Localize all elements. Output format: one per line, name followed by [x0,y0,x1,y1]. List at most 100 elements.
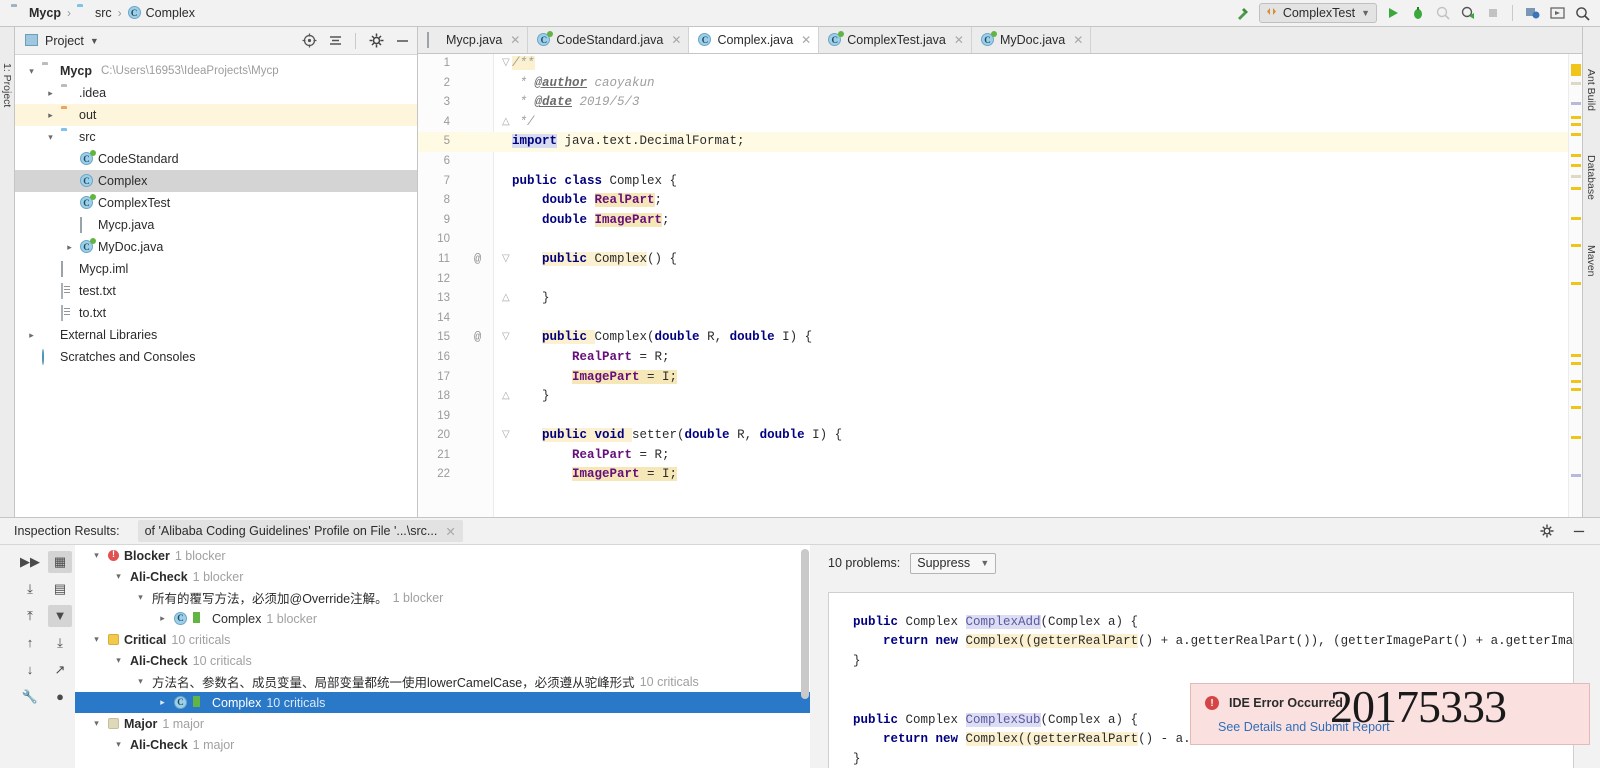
error-stripe-marker[interactable] [1571,282,1581,285]
error-stripe-marker[interactable] [1571,474,1581,477]
fold-collapse-icon[interactable]: ▽ [502,328,510,348]
code-line[interactable]: 14 [418,309,1582,329]
group-by-module-icon[interactable]: ▤ [48,578,72,600]
code-line[interactable]: 3 * @date 2019/5/3 [418,93,1582,113]
close-icon[interactable]: ✕ [510,33,520,47]
code-line[interactable]: 13 △ } [418,289,1582,309]
fold-expand-icon[interactable]: △ [502,387,510,407]
error-stripe-marker[interactable] [1571,217,1581,220]
tree-expand-arrow-icon[interactable]: ▾ [44,132,57,143]
editor-body[interactable]: 1 ▽/** 2 * @author caoyakun 3 * @date 2019/… [418,54,1582,517]
inspection-tree-node[interactable]: ▸ C Complex 1 blocker [75,608,810,629]
tree-expand-arrow-icon[interactable]: ▸ [44,110,57,121]
tree-expand-arrow-icon[interactable]: ▾ [90,718,103,729]
editor-tab[interactable]: C Complex.java ✕ [689,27,820,53]
error-stripe-marker[interactable] [1571,187,1581,190]
inspection-tree-node[interactable]: ▸ C Complex 10 criticals [75,692,810,713]
code-line[interactable]: 4 △ */ [418,113,1582,133]
sidebar-item-database[interactable]: Database [1585,155,1597,200]
debug-icon[interactable] [1409,4,1427,22]
update-project-icon[interactable] [1523,4,1541,22]
search-everywhere-icon[interactable] [1573,4,1591,22]
fold-expand-icon[interactable]: △ [502,289,510,309]
error-stripe-marker-bar[interactable] [1568,54,1582,517]
override-gutter-icon[interactable]: @ [474,250,481,270]
fold-collapse-icon[interactable]: ▽ [502,54,510,74]
project-tree-node[interactable]: ▸ Mycp.java [15,214,417,236]
code-line[interactable]: 18 △ } [418,387,1582,407]
close-icon[interactable]: ✕ [801,33,811,47]
project-tree-node[interactable]: ▸ Mycp.iml [15,258,417,280]
export-icon[interactable]: ▦ [48,550,72,573]
error-stripe-marker[interactable] [1571,244,1581,247]
tree-expand-arrow-icon[interactable]: ▾ [112,571,125,582]
tree-expand-arrow-icon[interactable]: ▸ [25,330,38,341]
tree-expand-arrow-icon[interactable]: ▸ [156,697,169,708]
settings-wrench-icon[interactable]: 🔧 [18,686,42,708]
project-tree-node[interactable]: ▸ C Complex [15,170,417,192]
close-icon[interactable]: ✕ [1073,33,1083,47]
hint-bulb-icon[interactable]: ● [48,686,72,708]
inspection-result-tab[interactable]: of 'Alibaba Coding Guidelines' Profile o… [137,520,463,542]
code-line[interactable]: 5 import java.text.DecimalFormat; [418,132,1582,152]
run-profiler-icon[interactable] [1459,4,1477,22]
project-tree-node[interactable]: ▸ External Libraries [15,324,417,346]
tree-expand-arrow-icon[interactable]: ▾ [112,739,125,750]
run-with-coverage-icon[interactable] [1434,4,1452,22]
project-tree-node[interactable]: ▾ src [15,126,417,148]
project-tree-node[interactable]: ▾ Mycp C:\Users\16953\IdeaProjects\Mycp [15,60,417,82]
next-problem-icon[interactable]: ↓ [18,659,42,681]
inspection-tree-node[interactable]: ▾ Critical 10 criticals [75,629,810,650]
minimize-icon[interactable] [393,32,411,50]
error-stripe-marker[interactable] [1571,116,1581,119]
breadcrumb-item-src[interactable]: src [74,6,115,20]
code-line[interactable]: 15 @ ▽ public Complex(double R, double I) … [418,328,1582,348]
rerun-icon[interactable]: ▶▶ [18,551,42,573]
code-line[interactable]: 6 [418,152,1582,172]
code-line[interactable]: 8 double RealPart; [418,191,1582,211]
inspection-tree-scrollbar[interactable] [801,549,809,699]
inspection-tree-node[interactable]: ▾ Blocker 1 blocker [75,545,810,566]
error-stripe-marker[interactable] [1571,154,1581,157]
tree-expand-arrow-icon[interactable]: ▸ [44,308,57,319]
override-gutter-icon[interactable]: @ [474,328,481,348]
breadcrumb-item-project[interactable]: Mycp [8,6,64,20]
stop-icon[interactable] [1484,4,1502,22]
code-line[interactable]: 21 RealPart = R; [418,446,1582,466]
tree-expand-arrow-icon[interactable]: ▾ [90,634,103,645]
run-configuration-selector[interactable]: ComplexTest ▼ [1258,3,1377,23]
tree-expand-arrow-icon[interactable]: ▸ [156,613,169,624]
fold-collapse-icon[interactable]: ▽ [502,250,510,270]
hammer-icon[interactable] [1234,4,1252,22]
collapse-all-icon[interactable]: ⤒ [18,605,42,627]
collapse-all-icon[interactable] [326,32,344,50]
code-line[interactable]: 22 ImagePart = I; [418,465,1582,485]
tree-expand-arrow-icon[interactable]: ▸ [63,198,76,209]
open-in-new-window-icon[interactable]: ↗ [48,659,72,681]
code-line[interactable]: 19 [418,407,1582,427]
project-tree-node[interactable]: ▸ .idea [15,82,417,104]
error-stripe-marker[interactable] [1571,380,1581,383]
tree-expand-arrow-icon[interactable]: ▸ [25,352,38,363]
autoscroll-to-source-icon[interactable]: ⤓ [48,632,72,654]
select-opened-file-icon[interactable] [300,32,318,50]
project-tree-node[interactable]: ▸ Scratches and Consoles [15,346,417,368]
inspection-toolbar[interactable]: ▶▶ ▦ ⤓ ▤ ⤒ ▼ ↑ ⤓ ↓ ↗ 🔧 ● [15,545,75,768]
fold-collapse-icon[interactable]: ▽ [502,426,510,446]
code-content[interactable]: 1 ▽/** 2 * @author caoyakun 3 * @date 2019/… [418,54,1582,517]
tree-expand-arrow-icon[interactable]: ▸ [44,264,57,275]
tree-expand-arrow-icon[interactable]: ▾ [25,66,38,77]
gear-icon[interactable] [1538,522,1556,540]
error-stripe-marker[interactable] [1571,64,1581,76]
breadcrumb-item-class[interactable]: C Complex [125,6,198,20]
code-line[interactable]: 9 double ImagePart; [418,211,1582,231]
editor-tab[interactable]: C MyDoc.java ✕ [971,27,1092,53]
run-icon[interactable] [1384,4,1402,22]
error-stripe-marker[interactable] [1571,82,1581,85]
project-tree-node[interactable]: ▸ C CodeStandard [15,148,417,170]
inspection-tree-node[interactable]: ▾ Major 1 major [75,713,810,734]
sidebar-item-maven[interactable]: Maven [1585,245,1597,277]
code-line[interactable]: 7 public class Complex { [418,172,1582,192]
close-icon[interactable]: ✕ [671,33,681,47]
inspection-tree-node[interactable]: ▾ 方法名、参数名、成员变量、局部变量都统一使用lowerCamelCase，必须… [75,671,810,692]
